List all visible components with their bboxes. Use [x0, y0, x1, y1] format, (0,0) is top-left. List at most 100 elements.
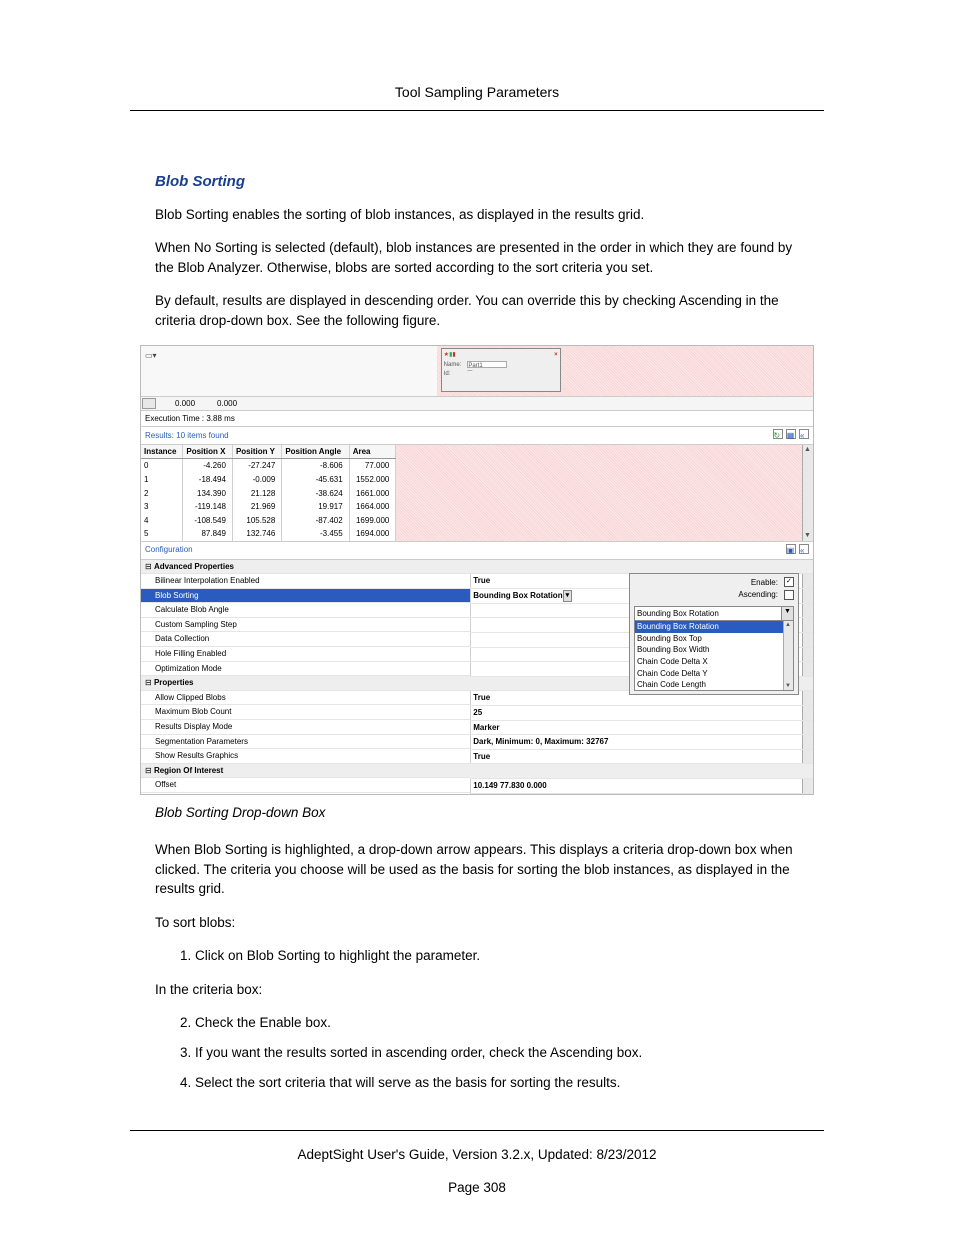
- figure-viewport-left: ▭▾: [141, 346, 437, 396]
- col-angle[interactable]: Position Angle: [282, 445, 349, 459]
- list-item: Select the sort criteria that will serve…: [195, 1073, 799, 1093]
- collapse-icon[interactable]: «: [799, 429, 809, 439]
- property-label[interactable]: Optimization Mode: [141, 662, 470, 676]
- figure-caption: Blob Sorting Drop-down Box: [155, 803, 799, 823]
- table-cell: 21.128: [232, 487, 281, 501]
- property-label[interactable]: Calculate Blob Angle: [141, 603, 470, 617]
- criteria-option[interactable]: Chain Code Delta X: [635, 656, 793, 668]
- criteria-option[interactable]: Bounding Box Width: [635, 644, 793, 656]
- table-cell: 132.746: [232, 527, 281, 541]
- property-grid: Advanced Properties Bilinear Interpolati…: [141, 559, 813, 794]
- enable-label: Enable:: [751, 577, 778, 589]
- criteria-dropdown-list: Bounding Box RotationBounding Box TopBou…: [634, 621, 794, 691]
- property-value[interactable]: [470, 618, 478, 632]
- table-cell: 87.849: [183, 527, 233, 541]
- ascending-label: Ascending:: [738, 589, 778, 601]
- footer-line-2: Page 308: [0, 1180, 954, 1195]
- group-properties[interactable]: Properties: [141, 676, 470, 690]
- scrollbar[interactable]: [802, 445, 813, 541]
- criteria-option[interactable]: Chain Code Delta Y: [635, 668, 793, 680]
- small-dialog: ★▮▮ × Name:Id: Part1 —: [441, 348, 561, 392]
- col-posy[interactable]: Position Y: [232, 445, 281, 459]
- table-cell: 77.000: [349, 459, 396, 473]
- footer-line-1: AdeptSight User's Guide, Version 3.2.x, …: [0, 1147, 954, 1162]
- table-cell: -8.606: [282, 459, 349, 473]
- list-item: Click on Blob Sorting to highlight the p…: [195, 946, 799, 966]
- criteria-option[interactable]: Chain Code Length: [635, 679, 793, 691]
- table-cell: -119.148: [183, 500, 233, 514]
- scroll-left-icon[interactable]: [142, 398, 156, 409]
- property-label[interactable]: Bilinear Interpolation Enabled: [141, 574, 470, 588]
- collapse-icon[interactable]: «: [799, 544, 809, 554]
- results-toolbar: ↻ ▦ «: [772, 429, 809, 442]
- figure-viewport-right: ★▮▮ × Name:Id: Part1 —: [437, 346, 813, 396]
- table-cell: 134.390: [183, 487, 233, 501]
- coordinate-bar: 0.000 0.000: [141, 396, 813, 410]
- property-value[interactable]: True: [470, 574, 493, 588]
- property-label[interactable]: Data Collection: [141, 632, 470, 646]
- property-value[interactable]: [470, 648, 478, 662]
- close-icon[interactable]: ×: [554, 351, 558, 360]
- results-table: Instance Position X Position Y Position …: [141, 445, 396, 541]
- table-cell: -87.402: [282, 514, 349, 528]
- col-posx[interactable]: Position X: [183, 445, 233, 459]
- table-cell: 1552.000: [349, 473, 396, 487]
- property-value[interactable]: 10.149 77.830 0.000: [470, 779, 549, 793]
- ascending-checkbox[interactable]: [784, 590, 794, 600]
- property-value[interactable]: Marker: [470, 721, 502, 735]
- property-label[interactable]: Blob Sorting: [141, 589, 470, 603]
- page-header-title: Tool Sampling Parameters: [0, 0, 954, 100]
- col-area[interactable]: Area: [349, 445, 396, 459]
- table-cell: -45.631: [282, 473, 349, 487]
- property-label[interactable]: Results Display Mode: [141, 720, 470, 734]
- chevron-down-icon[interactable]: ▾: [563, 590, 573, 602]
- enable-checkbox[interactable]: ✓: [784, 577, 794, 587]
- footer-rule: [130, 1130, 824, 1131]
- table-cell: -18.494: [183, 473, 233, 487]
- table-cell: 5: [141, 527, 183, 541]
- property-value[interactable]: [470, 633, 478, 647]
- property-value[interactable]: Dark, Minimum: 0, Maximum: 32767: [470, 735, 611, 749]
- table-cell: -38.624: [282, 487, 349, 501]
- config-label: Configuration: [145, 544, 193, 557]
- col-instance[interactable]: Instance: [141, 445, 183, 459]
- list-item: Check the Enable box.: [195, 1013, 799, 1033]
- property-value[interactable]: True: [470, 750, 493, 764]
- table-cell: -108.549: [183, 514, 233, 528]
- table-cell: -3.455: [282, 527, 349, 541]
- group-roi[interactable]: Region Of Interest: [141, 764, 470, 778]
- paragraph: Blob Sorting enables the sorting of blob…: [155, 205, 799, 225]
- property-label[interactable]: Show Results Graphics: [141, 749, 470, 763]
- criteria-option[interactable]: Bounding Box Rotation: [635, 621, 793, 633]
- coord-y: 0.000: [199, 397, 241, 410]
- property-value[interactable]: True: [470, 691, 493, 705]
- table-cell: 21.969: [232, 500, 281, 514]
- property-value[interactable]: 25: [470, 706, 485, 720]
- property-value[interactable]: [470, 662, 478, 676]
- property-label[interactable]: Hole Filling Enabled: [141, 647, 470, 661]
- criteria-option[interactable]: Bounding Box Top: [635, 633, 793, 645]
- list-item: If you want the results sorted in ascend…: [195, 1043, 799, 1063]
- table-cell: 0: [141, 459, 183, 473]
- property-label[interactable]: Offset: [141, 778, 470, 792]
- property-value[interactable]: [470, 604, 478, 618]
- property-label[interactable]: Custom Sampling Step: [141, 618, 470, 632]
- property-label[interactable]: Allow Clipped Blobs: [141, 691, 470, 705]
- property-label[interactable]: Maximum Blob Count: [141, 705, 470, 719]
- configuration-header: Configuration ▣ «: [141, 541, 813, 559]
- table-cell: 2: [141, 487, 183, 501]
- group-advanced[interactable]: Advanced Properties: [141, 560, 470, 574]
- scrollbar[interactable]: [783, 621, 793, 690]
- criteria-select[interactable]: Bounding Box Rotation: [634, 606, 782, 622]
- section-heading: Blob Sorting: [155, 171, 799, 193]
- config-icon[interactable]: ▣: [786, 544, 796, 554]
- table-cell: 1694.000: [349, 527, 396, 541]
- chevron-down-icon[interactable]: ▼: [782, 606, 794, 622]
- menu-icon[interactable]: ▭▾: [145, 350, 157, 362]
- property-label[interactable]: Segmentation Parameters: [141, 735, 470, 749]
- refresh-icon[interactable]: ↻: [773, 429, 783, 439]
- grid-icon[interactable]: ▦: [786, 429, 796, 439]
- property-value[interactable]: Bounding Box Rotation ▾: [470, 589, 575, 603]
- table-cell: 1664.000: [349, 500, 396, 514]
- page-footer: AdeptSight User's Guide, Version 3.2.x, …: [0, 1130, 954, 1195]
